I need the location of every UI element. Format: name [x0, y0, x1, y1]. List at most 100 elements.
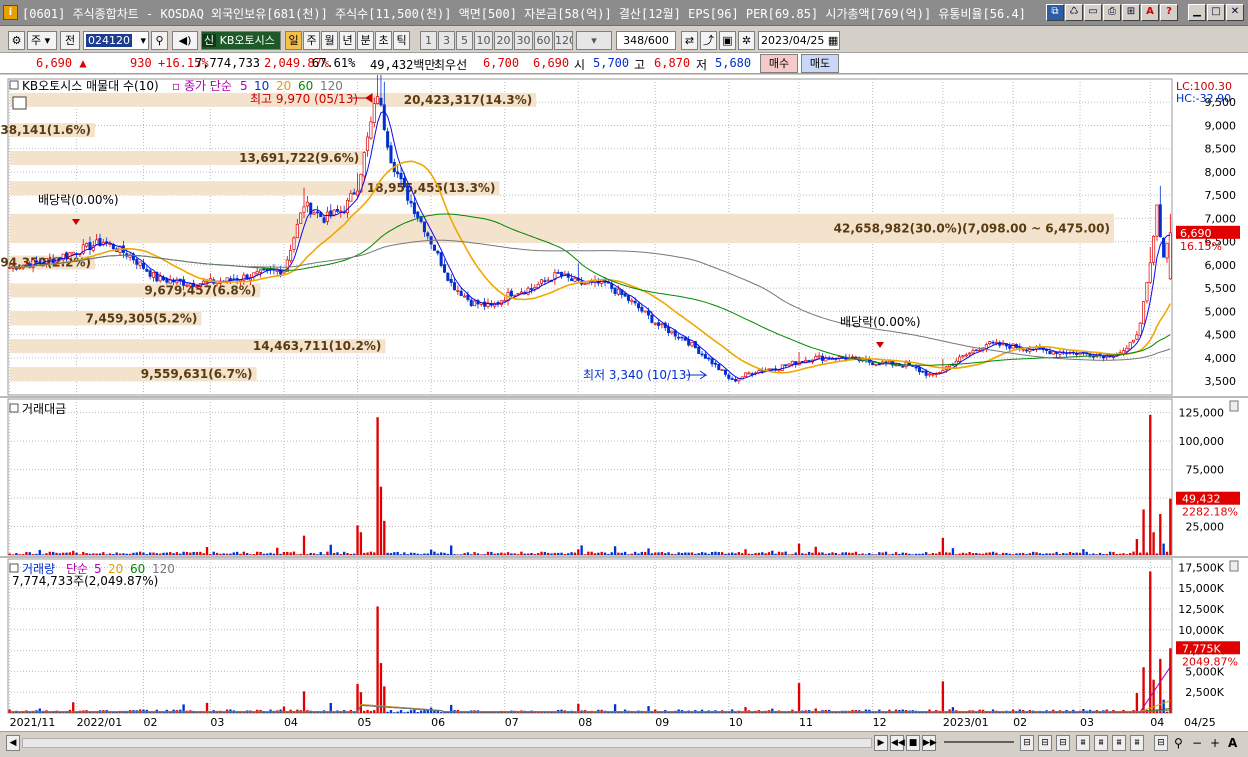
- save-icon[interactable]: ▣: [719, 31, 736, 50]
- amount-bar: [1035, 552, 1038, 555]
- interval-button-5[interactable]: 5: [456, 31, 473, 50]
- buy-button[interactable]: 매수: [760, 54, 798, 73]
- interval-button-120[interactable]: 120: [554, 31, 573, 50]
- tool8-icon[interactable]: ⊟: [1154, 735, 1168, 751]
- amount-bar: [911, 554, 914, 555]
- amount-bar: [28, 552, 31, 555]
- amount-bar: [1052, 553, 1055, 555]
- amount-bar: [1048, 553, 1052, 555]
- interval-button-60[interactable]: 60: [534, 31, 553, 50]
- sync-icon[interactable]: ♺: [1065, 4, 1083, 21]
- amount-bar: [697, 553, 700, 555]
- speed-slider[interactable]: [944, 741, 1014, 743]
- window-icon[interactable]: ▭: [1084, 4, 1102, 21]
- stop-button[interactable]: ■: [906, 735, 920, 751]
- stock-code-input[interactable]: 024120 ▾: [83, 31, 149, 50]
- interval-button-3[interactable]: 3: [438, 31, 455, 50]
- period-button-5[interactable]: 초: [375, 31, 392, 50]
- settings-icon[interactable]: ⚙: [8, 31, 25, 50]
- tool2-icon[interactable]: ⊟: [1038, 735, 1052, 751]
- scrollbar-track[interactable]: [22, 738, 872, 748]
- tool6-icon[interactable]: ⩩: [1112, 735, 1126, 751]
- count-value: 348: [623, 34, 645, 47]
- amount-legend: 거래대금: [22, 402, 66, 416]
- amount-bar: [403, 552, 406, 555]
- amount-bar: [667, 552, 670, 555]
- rewind-button[interactable]: ◀◀: [890, 735, 905, 751]
- interval-button-1[interactable]: 1: [420, 31, 437, 50]
- line-tool-icon[interactable]: ⤴: [700, 31, 717, 50]
- amount-bar: [516, 554, 520, 555]
- volume-bar: [363, 710, 366, 713]
- sound-icon[interactable]: ◀): [172, 31, 198, 50]
- interval-button-20[interactable]: 20: [494, 31, 513, 50]
- amount-bar: [627, 554, 630, 555]
- x-tick-2: 02: [143, 716, 157, 729]
- amount-bar: [148, 552, 152, 555]
- stock-name-box[interactable]: 신 KB오토시스: [201, 31, 281, 50]
- amount-bar: [617, 552, 620, 555]
- x-tick-7: 07: [505, 716, 519, 729]
- stock-chart[interactable]: 2021/11 2022/01 02 03 04 05 06 07 08 09 10 11 12 2023…: [0, 75, 1248, 731]
- tool1-icon[interactable]: ⊟: [1020, 735, 1034, 751]
- date-field[interactable]: 2023/04/25 ▦: [758, 31, 840, 50]
- pin-icon[interactable]: ⊞: [1122, 4, 1140, 21]
- font-icon[interactable]: A: [1141, 4, 1159, 21]
- count-field[interactable]: 348/600: [616, 31, 676, 50]
- search-icon[interactable]: ⚲: [151, 31, 168, 50]
- amount-bar: [968, 552, 971, 555]
- amount-bar: [282, 551, 286, 555]
- amount-bar: [674, 554, 677, 555]
- chart-type-icon[interactable]: ⇄: [681, 31, 698, 50]
- candle-body: [974, 349, 978, 352]
- amount-bar: [797, 543, 801, 555]
- volume-bar: [312, 712, 316, 713]
- open-label: 시: [574, 58, 586, 72]
- maximize-button[interactable]: □: [1207, 4, 1225, 21]
- sell-button[interactable]: 매도: [801, 54, 839, 73]
- auto-scale-button[interactable]: A: [1228, 736, 1237, 750]
- period-button-3[interactable]: 년: [339, 31, 356, 50]
- period-select[interactable]: 주 ▾: [27, 31, 57, 50]
- config-icon[interactable]: ✲: [738, 31, 755, 50]
- interval-custom-select[interactable]: ▾: [576, 31, 612, 50]
- tool4-icon[interactable]: ⩩: [1076, 735, 1090, 751]
- tool7-icon[interactable]: ⩩: [1130, 735, 1144, 751]
- close-button[interactable]: ✕: [1226, 4, 1244, 21]
- period-button-0[interactable]: 일: [285, 31, 302, 50]
- period-button-1[interactable]: 주: [303, 31, 320, 50]
- scroll-left-button[interactable]: ◀: [6, 735, 20, 751]
- play-button[interactable]: ▶: [874, 735, 888, 751]
- zoom-in-button[interactable]: +: [1210, 736, 1220, 750]
- amount-bar: [369, 551, 373, 555]
- candle-body: [529, 288, 533, 290]
- interval-button-10[interactable]: 10: [474, 31, 493, 50]
- amount-bar: [1155, 553, 1159, 555]
- tool3-icon[interactable]: ⊟: [1056, 735, 1070, 751]
- amount-bar: [266, 553, 269, 555]
- period-button-6[interactable]: 틱: [393, 31, 410, 50]
- amount-bar: [85, 552, 88, 555]
- amount-bar: [1169, 498, 1172, 555]
- volume-bar: [1011, 709, 1015, 713]
- help-icon[interactable]: ?: [1160, 4, 1178, 21]
- tool5-icon[interactable]: ⩩: [1094, 735, 1108, 751]
- forward-button[interactable]: ▶▶: [922, 735, 937, 751]
- zoom-out-button[interactable]: −: [1192, 736, 1202, 750]
- minimize-button[interactable]: ▁: [1188, 4, 1206, 21]
- amount-legend-icon: [9, 403, 19, 413]
- period-button-2[interactable]: 월: [321, 31, 338, 50]
- prev-button[interactable]: 전: [60, 31, 80, 50]
- period-button-4[interactable]: 분: [357, 31, 374, 50]
- amount-bar: [687, 552, 690, 555]
- zoom-icon[interactable]: ⚲: [1174, 736, 1183, 750]
- link-icon[interactable]: ⧉: [1046, 4, 1064, 21]
- volume-bar: [991, 709, 995, 713]
- calendar-icon[interactable]: ▦: [828, 34, 838, 47]
- quote-change: 930: [130, 56, 152, 70]
- amount-bar: [8, 553, 11, 555]
- amount-bar: [914, 553, 918, 555]
- print-icon[interactable]: ⎙: [1103, 4, 1121, 21]
- p-y-tick-3: 8,000: [1205, 166, 1237, 179]
- interval-button-30[interactable]: 30: [514, 31, 533, 50]
